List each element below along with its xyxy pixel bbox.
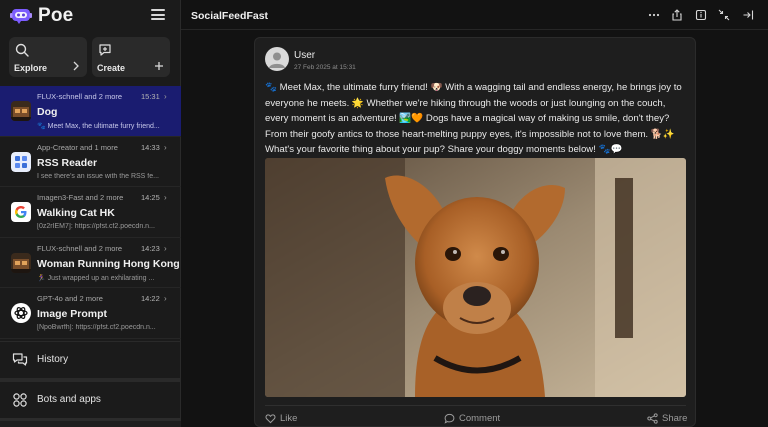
message-timestamp: 27 Feb 2025 at 15:31 — [294, 64, 356, 71]
app-name: Poe — [38, 5, 74, 26]
user-avatar — [265, 47, 289, 71]
sidebar: Poe Explore Create FLUX-schnell and 2 mo… — [0, 0, 181, 427]
chevron-right-icon: › — [164, 243, 167, 253]
chat-time: 14:25 — [141, 193, 160, 202]
share-nodes-icon — [647, 413, 658, 424]
chat-bots: FLUX-schnell and 2 more — [37, 243, 123, 253]
chevron-right-icon: › — [164, 92, 167, 101]
chat-bots: FLUX-schnell and 2 more — [37, 92, 123, 101]
bots-and-apps-button[interactable]: Bots and apps — [0, 378, 181, 416]
explore-label: Explore — [14, 63, 48, 73]
message-text: 🐾 Meet Max, the ultimate furry friend! 🐶… — [265, 82, 682, 155]
chevron-right-icon — [73, 61, 79, 71]
like-button[interactable]: Like — [265, 413, 297, 424]
comment-button[interactable]: Comment — [444, 413, 500, 424]
search-icon — [15, 43, 29, 57]
app-window: Poe Explore Create FLUX-schnell and 2 mo… — [0, 0, 768, 427]
flux-avatar-icon — [11, 101, 31, 121]
explore-button[interactable]: Explore — [9, 37, 87, 77]
bots-and-apps-label: Bots and apps — [37, 394, 101, 405]
main-panel: SocialFeedFast User 27 Feb 2025 at 15:31… — [181, 0, 768, 427]
chat-title: Image Prompt — [37, 308, 108, 320]
chat-time: 14:33 — [141, 142, 160, 152]
chat-header: SocialFeedFast — [181, 0, 768, 30]
more-icon[interactable] — [648, 9, 660, 21]
chat-item-rss-reader[interactable]: App-Creator and 1 more 14:33 › RSS Reade… — [0, 137, 181, 187]
chat-title: Woman Running Hong Kong — [37, 257, 180, 270]
chat-snippet: [0z2rIEM7]: https://pfst.cf2.poecdn.n... — [37, 223, 155, 230]
brand[interactable]: Poe — [10, 5, 73, 27]
collapse-icon[interactable] — [718, 9, 730, 21]
share-icon[interactable] — [671, 9, 683, 21]
chat-snippet: 🏃‍♀️ Just wrapped up an exhilarating ... — [37, 274, 155, 282]
history-label: History — [37, 354, 69, 365]
message-divider — [265, 405, 686, 406]
close-panel-icon[interactable] — [742, 9, 754, 21]
chat-time: 14:23 — [141, 243, 160, 253]
poe-logo-icon — [10, 9, 32, 24]
flux-avatar-icon — [11, 252, 31, 273]
chat-title: RSS Reader — [37, 156, 98, 169]
history-button[interactable]: History — [0, 341, 181, 377]
create-button[interactable]: Create — [92, 37, 170, 77]
chat-bots: Imagen3-Fast and 2 more — [37, 193, 124, 202]
chat-item-image-prompt[interactable]: GPT-4o and 2 more 14:22 › Image Prompt [… — [0, 288, 181, 339]
message-card: User 27 Feb 2025 at 15:31 🐾 Meet Max, th… — [254, 37, 696, 427]
menu-icon[interactable] — [151, 9, 165, 20]
app-creator-avatar-icon — [11, 151, 31, 172]
user-icon — [269, 52, 285, 68]
share-button[interactable]: Share — [647, 413, 687, 424]
chat-snippet: 🐾 Meet Max, the ultimate furry friend... — [37, 123, 160, 130]
sidebar-bottom-divider — [0, 418, 181, 427]
chat-time: 14:22 — [141, 294, 160, 303]
chat-snippet: [NpoBwrfh]: https://pfst.cf2.poecdn.n... — [37, 324, 156, 331]
openai-avatar-icon — [11, 303, 31, 323]
chat-time: 15:31 — [141, 92, 160, 101]
comment-label: Comment — [459, 413, 501, 424]
chat-title: Walking Cat HK — [37, 207, 115, 219]
heart-icon — [265, 414, 276, 424]
plus-icon — [155, 62, 163, 70]
chat-plus-icon — [99, 44, 111, 56]
chat-bots: GPT-4o and 2 more — [37, 294, 103, 303]
chat-item-dog[interactable]: FLUX-schnell and 2 more 15:31 › Dog 🐾 Me… — [0, 86, 181, 137]
chevron-right-icon: › — [164, 142, 167, 152]
bots-grid-icon — [13, 393, 27, 407]
chat-title: Dog — [37, 106, 58, 118]
share-label: Share — [662, 413, 688, 424]
chevron-right-icon: › — [164, 294, 167, 303]
create-label: Create — [97, 63, 126, 73]
dog-photo[interactable] — [265, 158, 686, 397]
comment-icon — [444, 413, 455, 424]
chat-header-title: SocialFeedFast — [191, 10, 269, 22]
info-icon[interactable] — [695, 9, 707, 21]
google-avatar-icon — [11, 202, 31, 222]
like-label: Like — [280, 413, 298, 424]
chat-item-woman-running-hong-kong[interactable]: FLUX-schnell and 2 more 14:23 › Woman Ru… — [0, 238, 181, 288]
chat-list: FLUX-schnell and 2 more 15:31 › Dog 🐾 Me… — [0, 86, 181, 339]
chat-bubbles-icon — [12, 353, 28, 366]
chat-snippet: I see there's an issue with the RSS fe..… — [37, 172, 159, 180]
chevron-right-icon: › — [164, 193, 167, 202]
chat-item-walking-cat-hk[interactable]: Imagen3-Fast and 2 more 14:25 › Walking … — [0, 187, 181, 238]
message-author: User — [294, 50, 316, 61]
chat-bots: App-Creator and 1 more — [37, 142, 118, 152]
